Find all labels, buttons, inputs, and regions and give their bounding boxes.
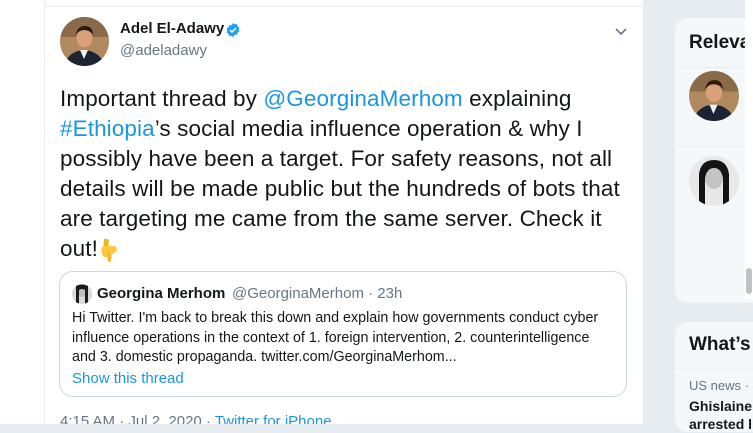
tweet-timestamp: 4:15 AM · Jul 2, 2020 · Twitter for iPho… bbox=[60, 413, 332, 424]
tweet-text-part: Important thread by bbox=[60, 86, 264, 111]
quoted-tweet-text: Hi Twitter. I'm back to break this down … bbox=[72, 310, 599, 365]
verified-badge-icon bbox=[225, 22, 241, 38]
mention-link[interactable]: @GeorginaMerhom bbox=[263, 86, 462, 111]
whats-happening-title: What’s bbox=[689, 334, 751, 355]
backhand-index-pointing-down-icon bbox=[98, 237, 122, 263]
quoted-author-avatar bbox=[72, 284, 92, 304]
tweet-source-link[interactable]: Twitter for iPhone bbox=[215, 413, 332, 424]
author-name[interactable]: Adel El-Adawy bbox=[120, 20, 224, 37]
author-handle[interactable]: @adeladawy bbox=[120, 42, 207, 59]
tweet-detail: Adel El-Adawy @adeladawy Important threa… bbox=[44, 0, 644, 424]
relevant-people-card: Relevan A @ A G @ N T E E a bbox=[674, 17, 753, 304]
whats-happening-card: What’s US news · 4 Ghislaine arrested l bbox=[674, 321, 753, 433]
trend-category: US news · 4 bbox=[689, 378, 753, 393]
more-options-chevron-icon[interactable] bbox=[614, 24, 628, 36]
quoted-tweet-card[interactable]: Georgina Merhom @GeorginaMerhom · 23h Hi… bbox=[59, 271, 627, 397]
divider bbox=[675, 369, 753, 370]
relevant-person-avatar[interactable] bbox=[689, 71, 739, 121]
hashtag-link[interactable]: #Ethiopia bbox=[60, 116, 155, 141]
scrollbar-thumb[interactable] bbox=[746, 268, 752, 294]
left-gutter bbox=[0, 0, 44, 424]
previous-item-edge bbox=[45, 0, 643, 7]
relevant-person-avatar[interactable] bbox=[689, 156, 739, 206]
timestamp-text[interactable]: 4:15 AM · Jul 2, 2020 · bbox=[60, 413, 215, 424]
relevant-people-title: Relevan bbox=[689, 32, 753, 53]
author-avatar[interactable] bbox=[60, 17, 109, 66]
scrollbar-track[interactable] bbox=[745, 0, 753, 300]
tweet-text-part: explaining bbox=[462, 86, 572, 111]
show-thread-link[interactable]: Show this thread bbox=[72, 370, 184, 387]
quoted-author-meta: @GeorginaMerhom · 23h bbox=[232, 285, 403, 302]
quoted-author-name: Georgina Merhom bbox=[97, 285, 226, 302]
divider bbox=[675, 146, 753, 147]
tweet-text: Important thread by @GeorginaMerhom expl… bbox=[60, 84, 630, 264]
divider bbox=[675, 67, 753, 68]
trend-subtitle[interactable]: arrested l bbox=[689, 416, 752, 432]
trend-title[interactable]: Ghislaine bbox=[689, 398, 752, 414]
